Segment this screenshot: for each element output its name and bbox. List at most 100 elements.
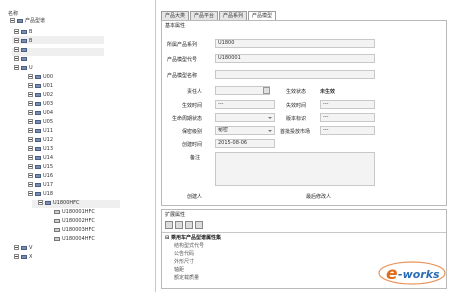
effective-time-field: --- bbox=[215, 100, 275, 109]
folder-icon bbox=[21, 254, 27, 259]
tree-item[interactable]: U180004HFC bbox=[54, 235, 95, 243]
expand-icon[interactable] bbox=[14, 254, 19, 259]
model-name-field[interactable] bbox=[215, 70, 375, 79]
tree-node[interactable]: U11 bbox=[28, 127, 53, 135]
tree-node-label: B bbox=[29, 38, 33, 44]
extension-row[interactable]: 公告代码 bbox=[174, 250, 194, 257]
tree-node[interactable]: U00 bbox=[28, 73, 53, 81]
tree-node-label: X bbox=[29, 254, 33, 260]
expand-icon[interactable] bbox=[28, 164, 33, 169]
extension-row[interactable]: 结构型式代号 bbox=[174, 242, 204, 249]
secret-level-select[interactable]: 秘密 bbox=[215, 126, 275, 135]
expand-icon[interactable] bbox=[28, 101, 33, 106]
tree-node[interactable]: B bbox=[14, 28, 32, 36]
tree-node-label: U14 bbox=[43, 155, 54, 161]
svg-text:e: e bbox=[386, 264, 398, 284]
tree-node[interactable]: U03 bbox=[28, 100, 53, 108]
expand-icon[interactable] bbox=[28, 110, 33, 115]
tree-node[interactable] bbox=[14, 55, 29, 63]
tree-node-label: U180004HFC bbox=[62, 236, 95, 242]
expand-icon[interactable] bbox=[14, 29, 19, 34]
tree-node[interactable]: U15 bbox=[28, 163, 53, 171]
tree-item[interactable]: U180003HFC bbox=[54, 226, 95, 234]
section-title-basic: 基本属性 bbox=[165, 23, 186, 29]
model-code-field[interactable]: U180001 bbox=[215, 54, 375, 63]
tree-node[interactable]: B bbox=[14, 37, 32, 45]
folder-icon bbox=[35, 92, 41, 97]
model-icon bbox=[54, 227, 60, 232]
creator-label: 创建人 bbox=[187, 194, 203, 200]
edit-icon[interactable] bbox=[185, 221, 193, 229]
series-label: 所属产品系列 bbox=[167, 42, 198, 48]
tree-node-label: U01 bbox=[43, 83, 54, 89]
expand-icon[interactable] bbox=[38, 200, 43, 205]
product-tree-panel: 名称 产品型谱 B B U U00 U01 U02 U03 U04 U05 U11 U12 U13 U1… bbox=[0, 0, 156, 292]
save-icon[interactable] bbox=[195, 221, 203, 229]
expand-icon[interactable] bbox=[28, 155, 33, 160]
expand-icon[interactable] bbox=[28, 74, 33, 79]
tree-node[interactable]: V bbox=[14, 244, 32, 252]
folder-icon bbox=[35, 101, 41, 106]
lifecycle-label: 生命周期状态 bbox=[172, 116, 203, 122]
delete-icon[interactable] bbox=[175, 221, 183, 229]
expand-icon[interactable] bbox=[14, 245, 19, 250]
modifier-label: 最后修改人 bbox=[306, 194, 332, 200]
collapse-icon[interactable] bbox=[10, 18, 15, 23]
invalid-time-label: 失效时间 bbox=[286, 103, 307, 109]
tree-node[interactable]: U17 bbox=[28, 181, 53, 189]
tree-node[interactable]: U16 bbox=[28, 172, 53, 180]
tree-node[interactable]: U14 bbox=[28, 154, 53, 162]
extension-group-title[interactable]: ⊟ 乘用车产品型谱属性集 bbox=[165, 234, 221, 241]
basic-properties-section: 基本属性 所属产品系列 U1800 产品模型代号 U180001 产品模型名称 … bbox=[161, 20, 447, 206]
tree-node[interactable]: U13 bbox=[28, 145, 53, 153]
tree-node[interactable]: U05 bbox=[28, 118, 53, 126]
series-field[interactable]: U1800 bbox=[215, 39, 375, 48]
market-label: 首批投放市场 bbox=[280, 129, 311, 135]
expand-icon[interactable] bbox=[28, 146, 33, 151]
lifecycle-select[interactable] bbox=[215, 113, 275, 122]
tree-node-label: U05 bbox=[43, 119, 54, 125]
tree-node[interactable]: U01 bbox=[28, 82, 53, 90]
version-label: 版本标识 bbox=[286, 116, 307, 122]
expand-icon[interactable] bbox=[28, 173, 33, 178]
tree-node[interactable]: U12 bbox=[28, 136, 53, 144]
expand-icon[interactable] bbox=[28, 137, 33, 142]
tree-item[interactable]: U180001HFC bbox=[54, 208, 95, 216]
expand-icon[interactable] bbox=[14, 38, 19, 43]
state-label: 生效状态 bbox=[286, 89, 307, 95]
expand-icon[interactable] bbox=[14, 56, 19, 61]
expand-icon[interactable] bbox=[28, 119, 33, 124]
expand-icon[interactable] bbox=[28, 182, 33, 187]
created-time-label: 创建时间 bbox=[182, 142, 203, 148]
user-picker-icon[interactable] bbox=[263, 87, 270, 94]
extension-row[interactable]: 额定载质量 bbox=[174, 274, 199, 281]
expand-icon[interactable] bbox=[28, 83, 33, 88]
folder-icon bbox=[35, 74, 41, 79]
section-title-extension: 扩展属性 bbox=[165, 212, 186, 218]
tree-node[interactable]: X bbox=[14, 253, 32, 261]
expand-icon[interactable] bbox=[28, 191, 33, 196]
tree-node[interactable] bbox=[14, 46, 29, 54]
tree-node[interactable]: U bbox=[14, 64, 33, 72]
tree-node-label: U bbox=[29, 65, 33, 71]
invalid-time-field: --- bbox=[320, 100, 375, 109]
extension-row[interactable]: 外形尺寸 bbox=[174, 258, 194, 265]
remark-textarea[interactable] bbox=[215, 152, 375, 186]
tree-node[interactable]: U18 bbox=[28, 190, 53, 198]
tree-node[interactable]: U1800HFC bbox=[38, 199, 80, 207]
folder-icon bbox=[35, 191, 41, 196]
extension-row[interactable]: 轴距 bbox=[174, 266, 184, 273]
expand-icon[interactable] bbox=[14, 47, 19, 52]
tree-node-label: U17 bbox=[43, 182, 54, 188]
model-icon bbox=[54, 218, 60, 223]
secret-level-label: 保密级别 bbox=[182, 129, 203, 135]
expand-icon[interactable] bbox=[28, 92, 33, 97]
add-icon[interactable] bbox=[165, 221, 173, 229]
tree-node[interactable]: U04 bbox=[28, 109, 53, 117]
tree-item[interactable]: U180002HFC bbox=[54, 217, 95, 225]
expand-icon[interactable] bbox=[28, 128, 33, 133]
tree-root[interactable]: 产品型谱 bbox=[10, 17, 45, 25]
tree-node[interactable]: U02 bbox=[28, 91, 53, 99]
owner-field[interactable] bbox=[215, 86, 270, 95]
expand-icon[interactable] bbox=[14, 65, 19, 70]
